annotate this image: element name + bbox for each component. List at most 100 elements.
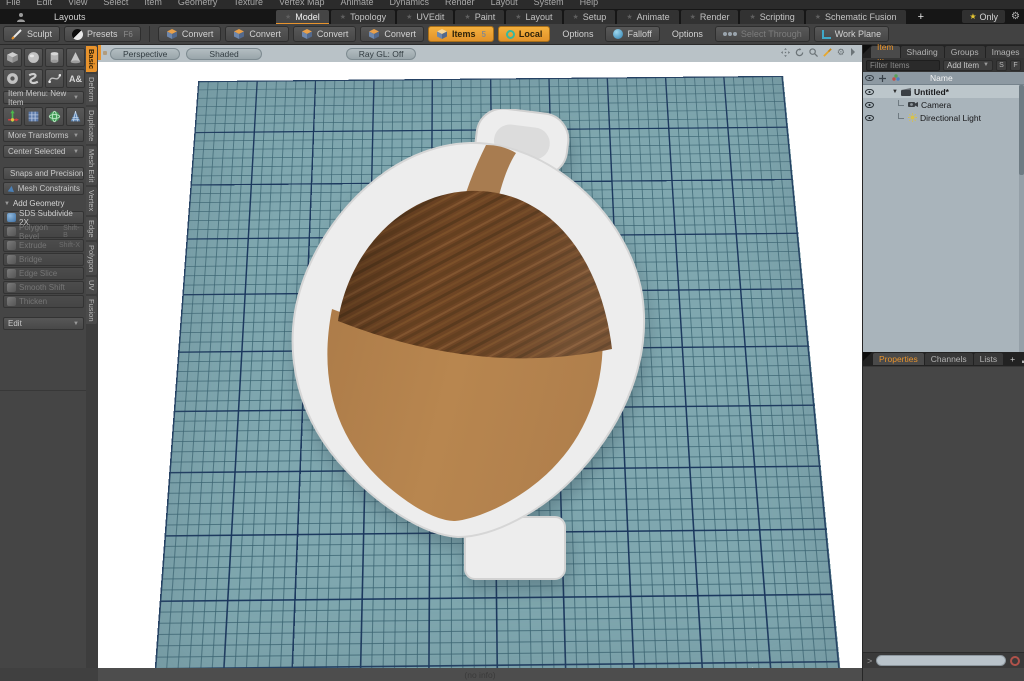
visibility-column-header[interactable] — [863, 75, 876, 81]
select-through-button[interactable]: Select Through — [715, 26, 810, 42]
tree-expand-caret[interactable]: ▼ — [892, 89, 900, 95]
thicken-button[interactable]: Thicken — [3, 295, 84, 308]
viewport-expand-icon[interactable] — [850, 48, 856, 56]
cone-primitive-button[interactable] — [66, 48, 85, 67]
add-geometry-section-header[interactable]: ▼ Add Geometry — [4, 198, 84, 209]
items-mode-button[interactable]: Items 5 — [428, 26, 494, 42]
layout-tab-uvedit[interactable]: ★ UVEdit — [397, 10, 453, 24]
cube-primitive-button[interactable] — [3, 48, 22, 67]
edit-dropdown[interactable]: Edit ▼ — [3, 317, 84, 330]
visibility-toggle[interactable] — [863, 102, 876, 108]
lock-column-header[interactable] — [876, 75, 889, 82]
move-tool-button[interactable] — [3, 107, 22, 126]
work-plane-button[interactable]: Work Plane — [814, 26, 889, 42]
layout-tab-topology[interactable]: ★ Topology — [331, 10, 395, 24]
convert-polygons-button[interactable]: Convert — [293, 26, 357, 42]
visibility-toggle[interactable] — [863, 115, 876, 121]
filter-button[interactable]: F — [1010, 60, 1021, 71]
layout-tab-animate[interactable]: ★ Animate — [617, 10, 678, 24]
scopes-button[interactable]: S — [996, 60, 1007, 71]
directional-light-item-row[interactable]: Directional Light — [863, 111, 1024, 124]
tab-lists[interactable]: Lists — [974, 353, 1003, 365]
gear-icon[interactable]: ⚙ — [1011, 12, 1020, 22]
add-item-dropdown[interactable]: Add Item ▼ — [943, 60, 993, 71]
menu-view[interactable]: View — [68, 0, 87, 7]
name-column-header[interactable]: Name — [902, 73, 953, 83]
tab-groups[interactable]: Groups — [945, 46, 985, 58]
curve-tool-button[interactable] — [45, 69, 64, 88]
vtab-polygon[interactable]: Polygon — [86, 242, 97, 275]
cylinder-primitive-button[interactable] — [45, 48, 64, 67]
pan-icon[interactable] — [781, 48, 790, 57]
viewport-gear-icon[interactable]: ⚙ — [837, 47, 845, 57]
only-button[interactable]: ★ Only — [962, 10, 1005, 23]
action-center-options-button[interactable]: Options — [554, 26, 601, 42]
helix-primitive-button[interactable] — [24, 69, 43, 88]
menu-animate[interactable]: Animate — [340, 0, 373, 7]
layout-tab-paint[interactable]: ★ Paint — [455, 10, 504, 24]
rotate-icon[interactable] — [795, 48, 804, 57]
menu-help[interactable]: Help — [580, 0, 599, 7]
extrude-button[interactable]: Extrude Shift-X — [3, 239, 84, 252]
local-action-center-button[interactable]: Local — [498, 26, 551, 42]
scene-item-row[interactable]: ▼ Untitled* — [863, 85, 1024, 98]
falloff-button[interactable]: Falloff — [605, 26, 659, 42]
layout-tab-layout[interactable]: ★ Layout — [506, 10, 561, 24]
layout-tab-scripting[interactable]: ★ Scripting — [740, 10, 803, 24]
mesh-cone-button[interactable] — [66, 107, 85, 126]
vtab-deform[interactable]: Deform — [86, 74, 97, 105]
tab-shading[interactable]: Shading — [901, 46, 944, 58]
center-selected-dropdown[interactable]: Center Selected ▼ — [3, 145, 84, 158]
item-list-scrollbar[interactable] — [1019, 85, 1024, 352]
more-transforms-dropdown[interactable]: More Transforms ▼ — [3, 129, 84, 142]
acorn-cookie-cutter-model[interactable] — [280, 109, 665, 584]
person-icon[interactable] — [16, 12, 26, 22]
viewport-tab-raygl[interactable]: Ray GL: Off — [346, 48, 417, 60]
3d-viewport[interactable]: Perspective Shaded Ray GL: Off ⚙ — [98, 45, 862, 668]
command-input[interactable] — [876, 655, 1006, 666]
layout-tab-render[interactable]: ★ Render — [681, 10, 739, 24]
add-layout-tab-button[interactable]: + — [908, 10, 934, 24]
layout-tab-schematic-fusion[interactable]: ★ Schematic Fusion — [806, 10, 906, 24]
sphere-primitive-button[interactable] — [24, 48, 43, 67]
text-tool-button[interactable]: A& — [66, 69, 85, 88]
sculpt-button[interactable]: Sculpt — [3, 26, 60, 42]
layout-tab-model[interactable]: ★ Model — [276, 10, 329, 24]
vtab-basic[interactable]: Basic — [86, 46, 97, 72]
viewport-tab-perspective[interactable]: Perspective — [110, 48, 180, 60]
vtab-uv[interactable]: UV — [86, 277, 97, 293]
item-menu-dropdown[interactable]: Item Menu: New Item ▼ — [3, 91, 84, 104]
menu-dynamics[interactable]: Dynamics — [390, 0, 430, 7]
vtab-mesh-edit[interactable]: Mesh Edit — [86, 146, 97, 185]
menu-system[interactable]: System — [534, 0, 564, 7]
menu-edit[interactable]: Edit — [37, 0, 53, 7]
vtab-fusion[interactable]: Fusion — [86, 296, 97, 325]
zoom-icon[interactable] — [809, 48, 818, 57]
smooth-shift-button[interactable]: Smooth Shift — [3, 281, 84, 294]
tab-channels[interactable]: Channels — [925, 353, 973, 365]
vtab-edge[interactable]: Edge — [86, 217, 97, 241]
convert-vertices-button[interactable]: Convert — [158, 26, 222, 42]
bridge-button[interactable]: Bridge — [3, 253, 84, 266]
panel-corner-grip[interactable] — [863, 45, 872, 54]
panel-corner-grip[interactable] — [863, 352, 872, 361]
camera-item-row[interactable]: Camera — [863, 98, 1024, 111]
menu-texture[interactable]: Texture — [233, 0, 263, 7]
tab-item-list[interactable]: Item ... — [871, 46, 900, 58]
falloff-options-button[interactable]: Options — [664, 26, 711, 42]
add-panel-tab-button[interactable]: + — [1004, 353, 1021, 365]
tab-images[interactable]: Images — [986, 46, 1024, 58]
menu-vertex-map[interactable]: Vertex Map — [279, 0, 325, 7]
menu-geometry[interactable]: Geometry — [178, 0, 218, 7]
polygon-bevel-button[interactable]: Polygon Bevel Shift-B — [3, 225, 84, 238]
convert-materials-button[interactable]: Convert — [360, 26, 424, 42]
render-column-header[interactable] — [889, 74, 902, 82]
menu-layout[interactable]: Layout — [491, 0, 518, 7]
snaps-and-precision-button[interactable]: Snaps and Precision — [3, 167, 84, 180]
grid-cube-button[interactable] — [24, 107, 43, 126]
menu-select[interactable]: Select — [103, 0, 128, 7]
layouts-label[interactable]: Layouts — [54, 12, 86, 22]
mesh-constraints-button[interactable]: Mesh Constraints — [3, 182, 84, 195]
presets-button[interactable]: Presets F6 — [64, 26, 141, 42]
vtab-duplicate[interactable]: Duplicate — [86, 107, 97, 144]
